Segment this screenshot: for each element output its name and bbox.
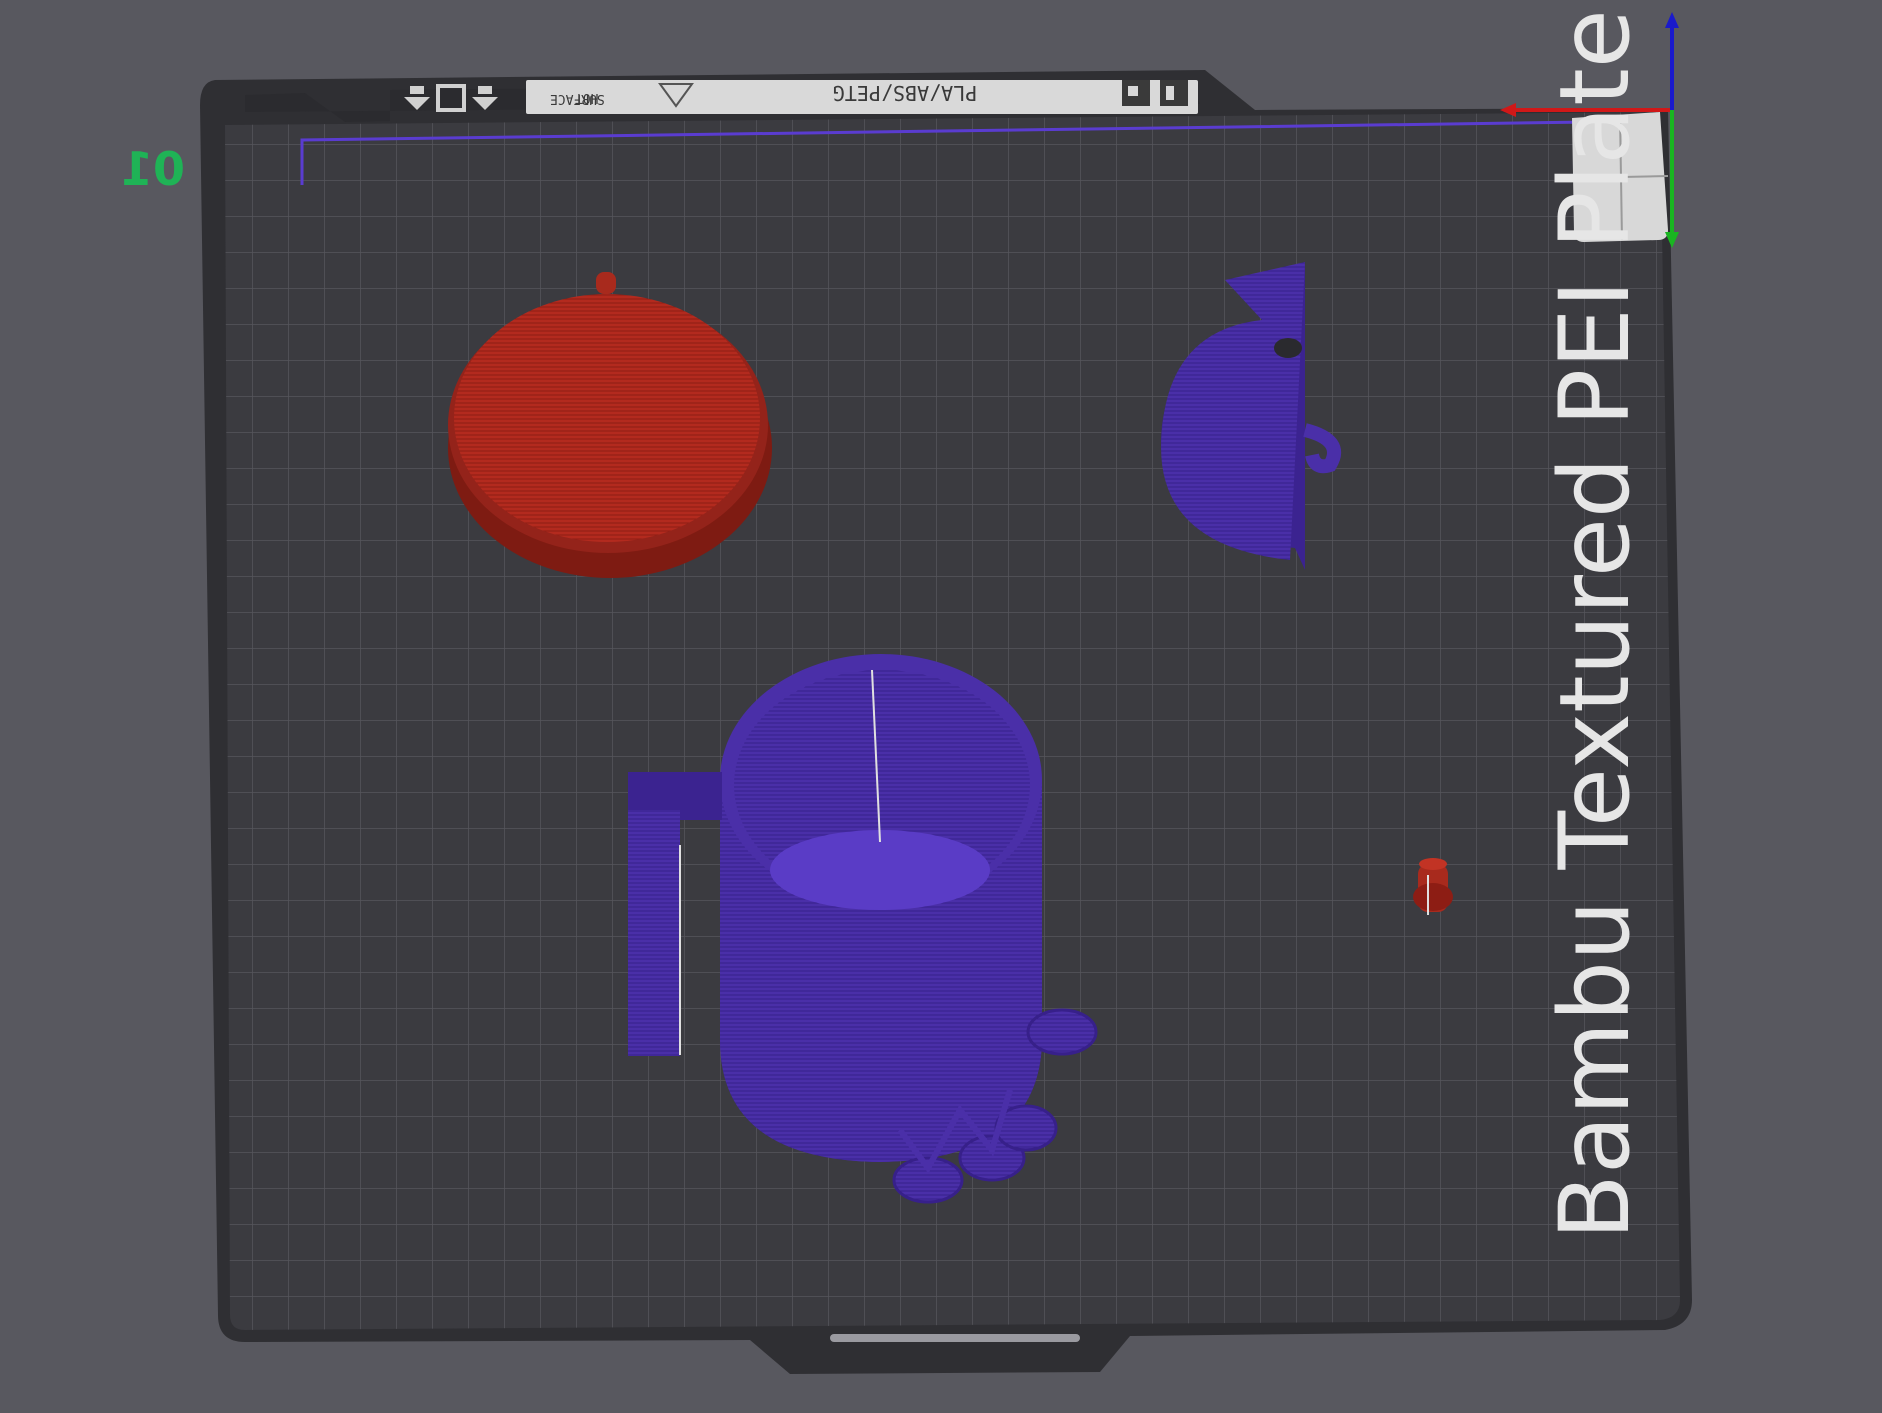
hot-surface-label-line1: HOT [575,90,599,105]
qr-marker-icon [1160,80,1188,106]
plate-number: 01 [121,142,185,196]
plate-type-label: Bambu Textured PEI Plate [1539,9,1651,1240]
filament-compat-label: PLA/ABS/PETG [833,81,978,105]
qr-marker-icon [1122,80,1150,106]
3d-viewport[interactable]: SURFACE HOT PLA/ABS/PETG 01 Bambu Textur… [0,0,1882,1413]
